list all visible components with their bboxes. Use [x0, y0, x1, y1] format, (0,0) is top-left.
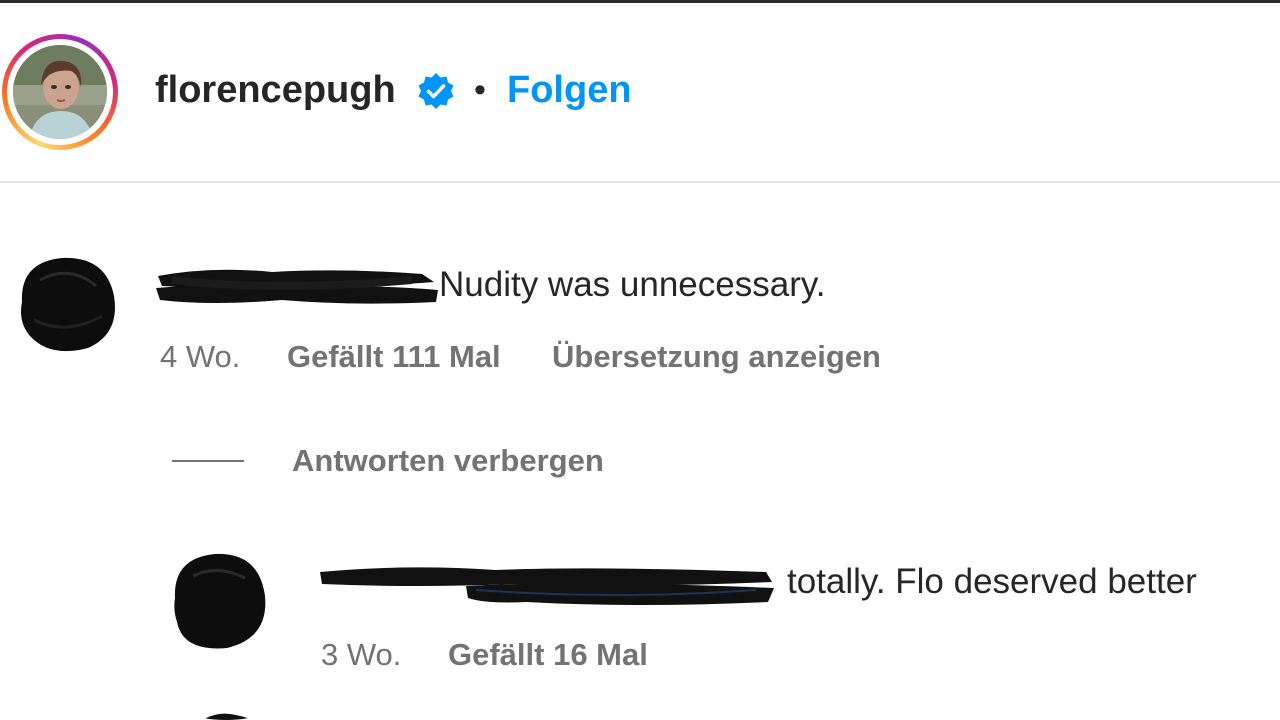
verified-badge-icon [418, 73, 454, 109]
reply-avatar[interactable] [165, 548, 269, 652]
avatar-image [13, 45, 107, 139]
story-ring[interactable] [2, 34, 118, 150]
replies-divider [172, 460, 244, 462]
redacted-mention [320, 567, 774, 605]
next-reply-avatar[interactable] [196, 708, 256, 720]
comment-text: Nudity was unnecessary. [439, 265, 826, 304]
reply-likes-count[interactable]: Gefällt 16 Mal [448, 635, 648, 675]
story-ring-gap [7, 39, 113, 145]
follow-button[interactable]: Folgen [507, 66, 632, 114]
comment-likes-count[interactable]: Gefällt 111 Mal [287, 337, 501, 377]
separator-dot: • [474, 71, 486, 109]
show-translation-button[interactable]: Übersetzung anzeigen [552, 337, 881, 377]
reply-age[interactable]: 3 Wo. [321, 635, 401, 675]
reply-text: totally. Flo deserved better [787, 562, 1197, 601]
commenter-avatar[interactable] [10, 250, 120, 354]
post-header: florencepugh • Folgen [0, 0, 1280, 183]
comment-age[interactable]: 4 Wo. [160, 337, 240, 377]
username-link[interactable]: florencepugh [155, 66, 396, 114]
redacted-username [156, 269, 438, 304]
hide-replies-button[interactable]: Antworten verbergen [292, 441, 604, 481]
avatar[interactable] [13, 45, 107, 139]
